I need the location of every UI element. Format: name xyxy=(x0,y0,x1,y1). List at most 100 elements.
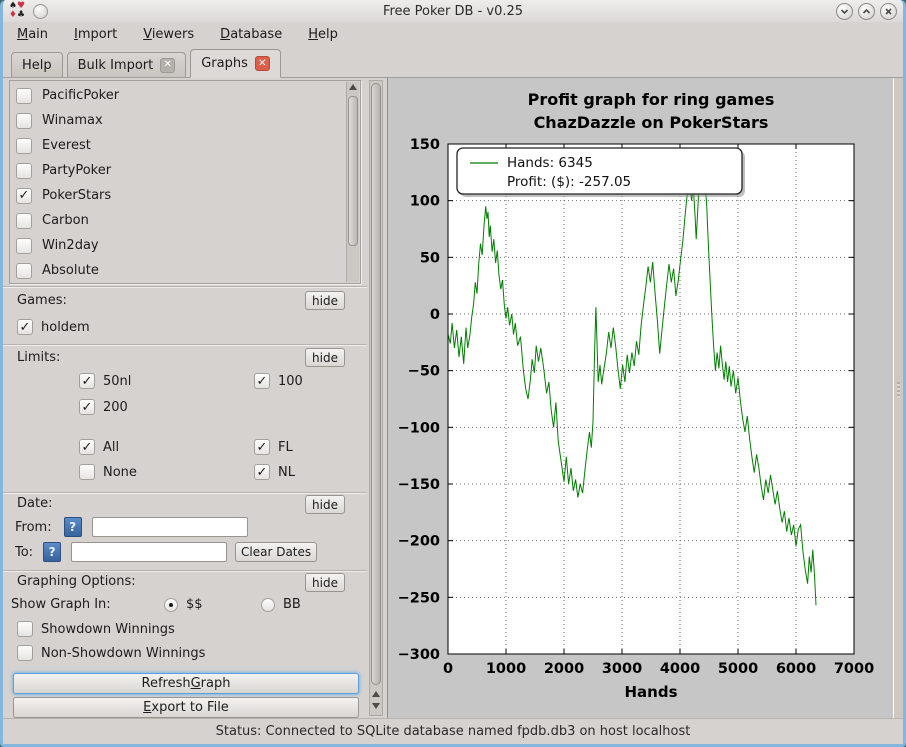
tab-bulk-import[interactable]: Bulk Import✕ xyxy=(67,52,187,77)
app-icon: ♠♥♦♣ xyxy=(7,2,27,20)
site-row: Absolute xyxy=(10,258,360,283)
tab-label: Graphs xyxy=(201,56,248,71)
tab-close-icon[interactable]: ✕ xyxy=(160,58,175,73)
site-label: Everest xyxy=(42,138,91,153)
svg-text:1000: 1000 xyxy=(486,661,526,677)
menu-main[interactable]: Main xyxy=(17,27,48,42)
game-checkbox[interactable]: ✓ xyxy=(17,319,33,335)
svg-text:3000: 3000 xyxy=(602,661,642,677)
bb-radio[interactable] xyxy=(261,598,275,612)
site-row: Winamax xyxy=(10,108,360,133)
site-checkbox[interactable] xyxy=(16,138,32,154)
limit-checkbox[interactable]: ✓ xyxy=(79,373,95,389)
show-graph-in-row: Show Graph In: xyxy=(11,597,111,612)
site-checkbox[interactable] xyxy=(16,213,32,229)
to-date-input[interactable] xyxy=(71,542,227,562)
svg-text:Profit graph for ring games: Profit graph for ring games xyxy=(528,90,775,109)
limits-hide-button[interactable]: hide xyxy=(305,348,345,367)
menu-import[interactable]: Import xyxy=(74,27,117,42)
tabbar: Help Bulk Import✕ Graphs ✕ xyxy=(3,46,903,78)
scroll-up-icon[interactable] xyxy=(372,691,380,697)
site-row: Carbon xyxy=(10,208,360,233)
svg-text:−150: −150 xyxy=(398,477,440,493)
site-label: Winamax xyxy=(42,113,103,128)
menu-database[interactable]: Database xyxy=(220,27,282,42)
svg-text:−250: −250 xyxy=(398,590,440,606)
site-checkbox[interactable] xyxy=(16,263,32,279)
menu-viewers[interactable]: Viewers xyxy=(143,27,194,42)
limit-checkbox[interactable]: ✓ xyxy=(79,439,95,455)
svg-text:0: 0 xyxy=(443,661,453,677)
tab-graphs[interactable]: Graphs ✕ xyxy=(190,49,281,78)
to-calendar-picker-button[interactable]: ? xyxy=(43,542,61,562)
status-text: Status: Connected to SQLite database nam… xyxy=(216,724,691,739)
pane-resize-handle[interactable] xyxy=(893,78,903,718)
graphing-options-title: Graphing Options: xyxy=(17,574,136,589)
site-label: Win2day xyxy=(42,238,99,253)
showdown-checkbox[interactable] xyxy=(17,621,33,637)
limit-row: ✓50nl xyxy=(79,373,131,389)
limit-checkbox[interactable]: ✓ xyxy=(254,439,270,455)
sidebar-scrollbar[interactable] xyxy=(369,80,383,716)
site-checkbox[interactable] xyxy=(16,163,32,179)
tab-help[interactable]: Help xyxy=(11,52,63,77)
window-menu-button[interactable] xyxy=(33,4,48,19)
clear-dates-button[interactable]: Clear Dates xyxy=(235,542,317,562)
scrollbar-thumb[interactable] xyxy=(371,83,381,685)
from-date-input[interactable] xyxy=(92,517,248,537)
window-title: Free Poker DB - v0.25 xyxy=(3,4,903,19)
dollars-radio[interactable] xyxy=(164,598,178,612)
scroll-down-icon[interactable] xyxy=(372,703,380,709)
bb-label: BB xyxy=(283,597,301,612)
svg-text:Hands: Hands xyxy=(624,683,677,701)
date-section: Date: hide From: ? To: ? Clear Dates xyxy=(3,492,367,570)
close-button[interactable] xyxy=(880,3,897,20)
minimize-button[interactable] xyxy=(836,3,853,20)
limit-row: ✓NL xyxy=(254,464,295,480)
scrollbar-thumb[interactable] xyxy=(348,96,358,246)
graphing-hide-button[interactable]: hide xyxy=(305,573,345,592)
non-showdown-row: Non-Showdown Winnings xyxy=(17,645,205,661)
site-checkbox[interactable] xyxy=(16,88,32,104)
svg-text:50: 50 xyxy=(420,250,440,266)
svg-text:−50: −50 xyxy=(408,364,440,380)
games-section: Games: hide ✓holdem xyxy=(3,286,367,344)
date-to-row: To: ? Clear Dates xyxy=(15,542,317,562)
game-row: ✓ holdem xyxy=(17,319,90,335)
svg-text:2000: 2000 xyxy=(544,661,584,677)
profit-graph: 01000200030004000500060007000150100500−5… xyxy=(388,78,894,718)
limit-checkbox[interactable] xyxy=(79,464,95,480)
tab-label: Help xyxy=(22,58,52,73)
limits-title: Limits: xyxy=(17,350,60,365)
site-checkbox[interactable] xyxy=(16,238,32,254)
limit-label: 200 xyxy=(103,400,128,415)
export-to-file-button[interactable]: Export to File xyxy=(13,697,359,718)
scroll-up-icon[interactable] xyxy=(349,84,357,90)
svg-text:6000: 6000 xyxy=(776,661,816,677)
site-checkbox[interactable]: ✓ xyxy=(16,188,32,204)
menu-help[interactable]: Help xyxy=(308,27,338,42)
maximize-button[interactable] xyxy=(858,3,875,20)
svg-text:150: 150 xyxy=(410,137,440,153)
limit-checkbox[interactable]: ✓ xyxy=(254,464,270,480)
svg-text:−300: −300 xyxy=(398,647,440,663)
limit-checkbox[interactable]: ✓ xyxy=(254,373,270,389)
non-showdown-checkbox[interactable] xyxy=(17,645,33,661)
games-hide-button[interactable]: hide xyxy=(305,291,345,310)
refresh-graph-button[interactable]: Refresh Graph xyxy=(13,673,359,694)
showdown-row: Showdown Winnings xyxy=(17,621,175,637)
sites-scrollbar[interactable] xyxy=(346,82,359,282)
svg-text:−100: −100 xyxy=(398,420,440,436)
from-calendar-picker-button[interactable]: ? xyxy=(64,517,82,537)
sites-list: PacificPoker Winamax Everest PartyPoker … xyxy=(9,80,361,284)
tab-close-icon[interactable]: ✕ xyxy=(255,56,270,71)
unit-bb-option: BB xyxy=(261,597,301,612)
non-showdown-label: Non-Showdown Winnings xyxy=(41,646,205,661)
site-checkbox[interactable] xyxy=(16,113,32,129)
limit-label: FL xyxy=(278,440,293,455)
site-row: PacificPoker xyxy=(10,83,360,108)
limit-checkbox[interactable]: ✓ xyxy=(79,399,95,415)
svg-text:Hands: 6345: Hands: 6345 xyxy=(507,155,593,171)
game-label: holdem xyxy=(41,320,90,335)
date-hide-button[interactable]: hide xyxy=(305,495,345,514)
